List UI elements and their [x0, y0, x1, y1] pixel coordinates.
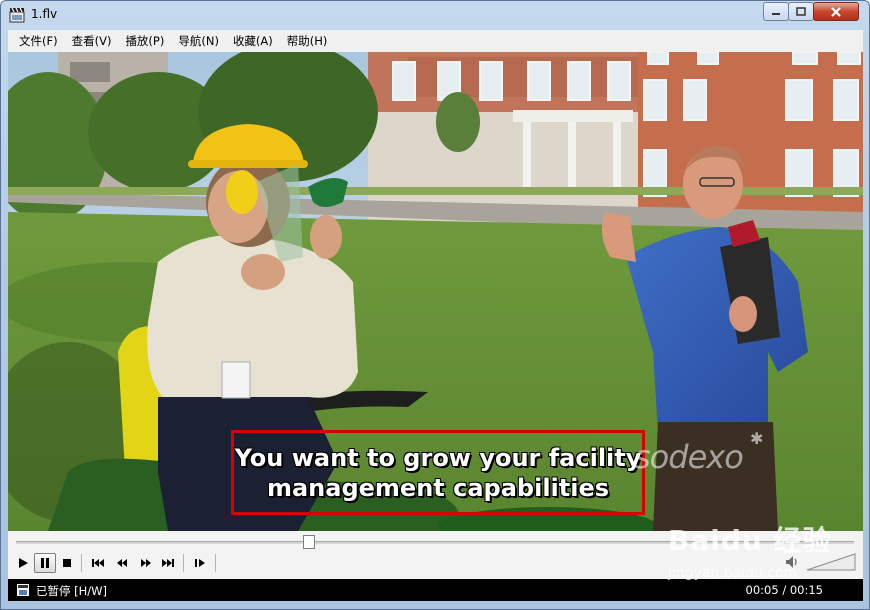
stop-button[interactable]: [56, 553, 78, 573]
pause-icon: [41, 558, 49, 568]
brand-logo: sodexo: [634, 438, 744, 476]
maximize-icon: [796, 7, 806, 16]
control-separator: [183, 554, 184, 572]
menu-view[interactable]: 查看(V): [65, 31, 119, 51]
menu-favorites[interactable]: 收藏(A): [226, 31, 280, 51]
skip-back-button[interactable]: [87, 553, 109, 573]
status-bar: 已暂停 [H/W] 00:05 / 00:15: [8, 579, 863, 601]
forward-icon: [141, 559, 151, 567]
playback-state: 已暂停 [H/W]: [36, 584, 108, 598]
film-clapper-icon: [9, 7, 25, 23]
video-area[interactable]: You want to grow your facility managemen…: [8, 52, 863, 531]
frame-step-icon: [195, 559, 205, 567]
seek-thumb[interactable]: [303, 535, 315, 549]
menu-play[interactable]: 播放(P): [118, 31, 171, 51]
close-button[interactable]: [813, 2, 859, 21]
baidu-watermark-url: jingyan.baidu.com: [668, 565, 798, 581]
forward-button[interactable]: [135, 553, 157, 573]
pause-button[interactable]: [34, 553, 56, 573]
play-icon: [19, 558, 28, 568]
skip-back-icon: [92, 559, 104, 567]
menu-file[interactable]: 文件(F): [12, 31, 65, 51]
close-icon: [831, 6, 841, 17]
film-icon: [17, 584, 29, 596]
minimize-icon: [772, 12, 780, 15]
frame-step-button[interactable]: [189, 553, 211, 573]
title-bar[interactable]: 1.flv: [1, 1, 869, 29]
menu-bar: 文件(F) 查看(V) 播放(P) 导航(N) 收藏(A) 帮助(H): [8, 30, 863, 52]
subtitle-line-1: You want to grow your facility: [234, 443, 642, 472]
window-title: 1.flv: [31, 7, 58, 21]
control-separator: [81, 554, 82, 572]
baidu-watermark-logo: Baidu 经验: [668, 524, 832, 557]
maximize-button[interactable]: [788, 2, 814, 21]
rewind-icon: [117, 559, 127, 567]
minimize-button[interactable]: [763, 2, 789, 21]
rewind-button[interactable]: [111, 553, 133, 573]
subtitle-line-2: management capabilities: [266, 473, 610, 502]
menu-navigate[interactable]: 导航(N): [171, 31, 226, 51]
skip-forward-icon: [162, 559, 174, 567]
brand-star-icon: ✱: [750, 429, 764, 448]
menu-help[interactable]: 帮助(H): [280, 31, 335, 51]
play-button[interactable]: [12, 553, 34, 573]
control-separator: [215, 554, 216, 572]
subtitle-highlight-box: You want to grow your facility managemen…: [231, 430, 645, 515]
playback-time: 00:05 / 00:15: [745, 583, 823, 597]
stop-icon: [63, 559, 71, 567]
skip-forward-button[interactable]: [157, 553, 179, 573]
